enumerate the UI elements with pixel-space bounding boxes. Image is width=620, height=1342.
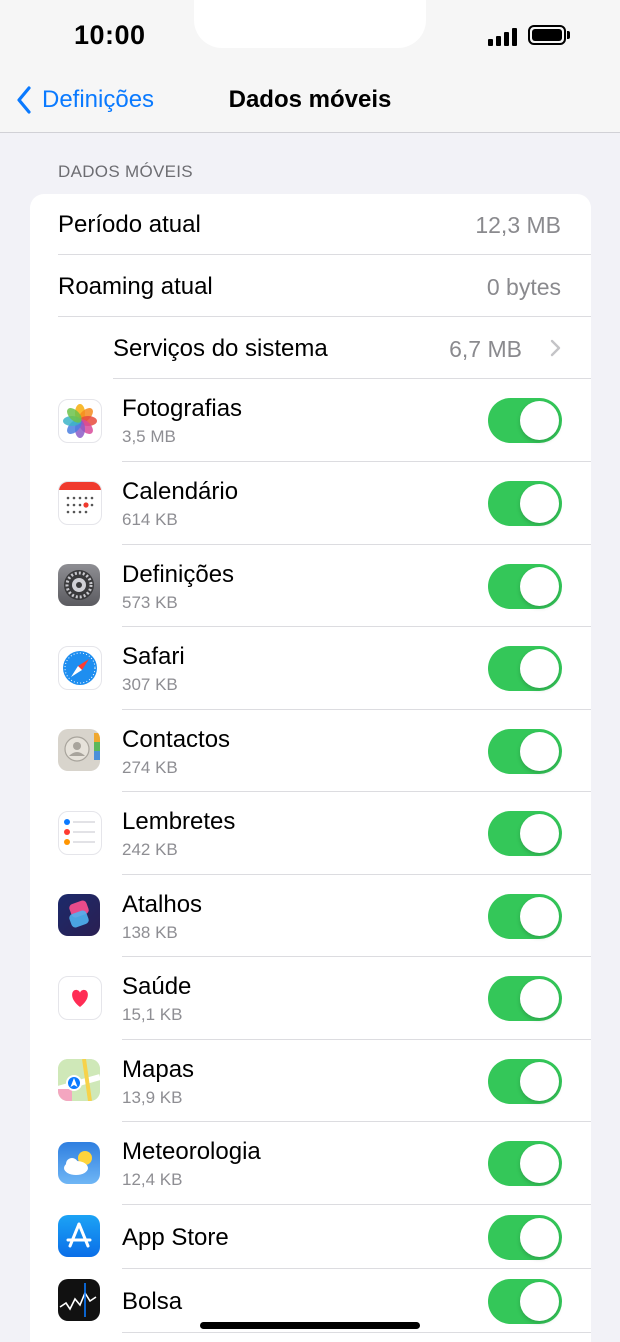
shortcuts-icon xyxy=(58,894,100,936)
app-row-atalhos: Atalhos 138 KB xyxy=(30,875,591,957)
app-name: Contactos xyxy=(122,726,231,753)
status-bar: 10:00 xyxy=(0,0,620,80)
lembretes-toggle[interactable] xyxy=(488,811,562,856)
navigation-bar: Definições Dados móveis xyxy=(0,80,620,133)
app-row-definicoes: Definições 573 KB xyxy=(30,545,591,627)
page-title: Dados móveis xyxy=(228,86,392,113)
current-period-label: Período atual xyxy=(58,211,201,238)
roaming-value: 0 bytes xyxy=(486,274,561,300)
app-row-calendario: Calendário 614 KB xyxy=(30,462,591,545)
app-usage: 15,1 KB xyxy=(122,1005,183,1024)
contacts-icon xyxy=(58,729,100,771)
system-services-label: Serviços do sistema xyxy=(113,335,328,362)
atalhos-toggle[interactable] xyxy=(488,894,562,939)
safari-icon xyxy=(58,646,102,690)
system-services-row[interactable]: Serviços do sistema 6,7 MB xyxy=(30,317,591,379)
app-store-toggle[interactable] xyxy=(488,1215,562,1260)
app-usage: 573 KB xyxy=(122,593,178,612)
app-name: Mapas xyxy=(122,1056,195,1083)
definicoes-toggle[interactable] xyxy=(488,564,562,609)
app-usage: 274 KB xyxy=(122,758,178,777)
app-usage: 614 KB xyxy=(122,510,178,529)
calendario-toggle[interactable] xyxy=(488,481,562,526)
saude-toggle[interactable] xyxy=(488,976,562,1021)
system-services-value: 6,7 MB xyxy=(449,336,522,362)
app-usage: 307 KB xyxy=(122,675,178,694)
app-row-mapas: Mapas 13,9 KB xyxy=(30,1040,591,1122)
app-row-saude: Saúde 15,1 KB xyxy=(30,957,591,1040)
fotografias-toggle[interactable] xyxy=(488,398,562,443)
phone-screen: 10:00 Definições Dados móveis DADOS MÓVE… xyxy=(0,0,620,1342)
status-time: 10:00 xyxy=(74,20,146,50)
app-name: Definições xyxy=(122,561,235,588)
app-row-contactos: Contactos 274 KB xyxy=(30,710,591,792)
app-usage: 242 KB xyxy=(122,840,178,859)
roaming-row: Roaming atual 0 bytes xyxy=(30,255,591,317)
mapas-toggle[interactable] xyxy=(488,1059,562,1104)
app-name: Calendário xyxy=(122,478,239,505)
app-name: App Store xyxy=(122,1224,229,1251)
app-name: Fotografias xyxy=(122,395,243,422)
app-row-fotografias: Fotografias 3,5 MB xyxy=(30,379,591,462)
home-indicator[interactable] xyxy=(200,1322,420,1329)
meteorologia-toggle[interactable] xyxy=(488,1141,562,1186)
contactos-toggle[interactable] xyxy=(488,729,562,774)
health-icon xyxy=(58,976,102,1020)
safari-toggle[interactable] xyxy=(488,646,562,691)
maps-icon xyxy=(58,1059,100,1101)
notch xyxy=(194,0,426,48)
app-row-safari: Safari 307 KB xyxy=(30,627,591,710)
battery-icon xyxy=(528,25,566,45)
weather-icon xyxy=(58,1142,100,1184)
stocks-icon xyxy=(58,1279,100,1321)
app-name: Safari xyxy=(122,643,185,670)
app-name: Lembretes xyxy=(122,808,236,835)
reminders-icon xyxy=(58,811,102,855)
chevron-right-icon xyxy=(550,339,561,357)
calendar-icon xyxy=(58,481,102,525)
divider xyxy=(122,1332,591,1333)
app-name: Meteorologia xyxy=(122,1138,261,1165)
app-usage: 3,5 MB xyxy=(122,427,176,446)
app-name: Atalhos xyxy=(122,891,203,918)
current-period-value: 12,3 MB xyxy=(475,212,561,238)
app-usage: 12,4 KB xyxy=(122,1170,183,1189)
app-name: Bolsa xyxy=(122,1288,183,1315)
app-usage: 13,9 KB xyxy=(122,1088,183,1107)
data-usage-list: Período atual 12,3 MB Roaming atual 0 by… xyxy=(30,194,591,1342)
photos-icon xyxy=(58,399,102,443)
app-row-app-store: App Store xyxy=(30,1205,591,1269)
app-store-icon xyxy=(58,1215,100,1257)
settings-icon xyxy=(58,564,100,606)
battery-tip xyxy=(567,31,570,39)
roaming-label: Roaming atual xyxy=(58,273,213,300)
bolsa-toggle[interactable] xyxy=(488,1279,562,1324)
current-period-row: Período atual 12,3 MB xyxy=(30,194,591,255)
app-row-lembretes: Lembretes 242 KB xyxy=(30,792,591,875)
cellular-signal-icon xyxy=(488,28,520,46)
app-name: Saúde xyxy=(122,973,192,1000)
section-header: DADOS MÓVEIS xyxy=(58,162,193,181)
app-usage: 138 KB xyxy=(122,923,178,942)
app-row-meteorologia: Meteorologia 12,4 KB xyxy=(30,1122,591,1205)
